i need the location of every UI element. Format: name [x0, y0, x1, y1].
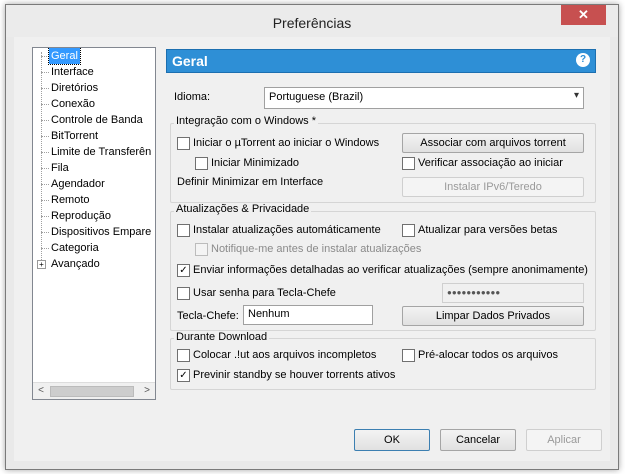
- tree-connector: [41, 160, 49, 169]
- tree-connector: [41, 48, 49, 57]
- tree-item[interactable]: Controle de Banda: [33, 112, 155, 128]
- help-icon[interactable]: ?: [576, 53, 590, 67]
- auto-update-checkbox[interactable]: [177, 224, 190, 237]
- tree-connector: [41, 192, 49, 201]
- start-minimized-checkbox[interactable]: [195, 157, 208, 170]
- password-mask: ●●●●●●●●●●●: [447, 288, 501, 297]
- cancel-button[interactable]: Cancelar: [440, 429, 516, 451]
- install-ipv6-button[interactable]: Instalar IPv6/Teredo: [402, 177, 584, 197]
- tree-item-label: Geral: [48, 48, 81, 65]
- tree-item-label: Categoria: [51, 242, 99, 254]
- tree-item[interactable]: Conexão: [33, 96, 155, 112]
- scroll-right-arrow[interactable]: >: [139, 383, 155, 399]
- tree-connector: [41, 144, 49, 153]
- minimize-setting-label: Definir Minimizar em Interface: [177, 176, 324, 188]
- dialog-body: Geral Interface Diretórios Conexão Controle …: [14, 37, 610, 461]
- tree-item-label: Avançado: [51, 258, 100, 270]
- tree-item[interactable]: Interface: [33, 64, 155, 80]
- scroll-thumb[interactable]: [50, 386, 134, 397]
- expand-icon[interactable]: +: [37, 260, 46, 269]
- beta-update-checkbox[interactable]: [402, 224, 415, 237]
- ok-button[interactable]: OK: [354, 429, 430, 451]
- start-minimized-label: Iniciar Minimizado: [211, 157, 300, 169]
- clear-private-data-button[interactable]: Limpar Dados Privados: [402, 306, 584, 326]
- section-header: Geral ?: [166, 49, 596, 73]
- tree-item[interactable]: + Avançado: [33, 256, 155, 272]
- boss-key-label: Tecla-Chefe:: [177, 310, 239, 322]
- scroll-left-arrow[interactable]: <: [33, 383, 49, 399]
- tree-connector: [41, 64, 49, 73]
- password-field[interactable]: ●●●●●●●●●●●: [442, 283, 584, 303]
- tree-item-label: Dispositivos Empare: [51, 226, 152, 238]
- tree-item[interactable]: Agendador: [33, 176, 155, 192]
- use-password-label: Usar senha para Tecla-Chefe: [193, 287, 336, 299]
- notify-before-install-checkbox[interactable]: [195, 243, 208, 256]
- language-select[interactable]: Portuguese (Brazil) ▾: [264, 87, 584, 109]
- tree-item-label: Reprodução: [51, 210, 111, 222]
- tree-connector: [41, 128, 49, 137]
- tree-item-label: Agendador: [51, 178, 105, 190]
- check-association-label: Verificar associação ao iniciar: [418, 157, 563, 169]
- tree-item-label: Interface: [51, 66, 94, 78]
- section-title: Geral: [172, 53, 208, 69]
- title-bar: Preferências ✕: [6, 5, 618, 37]
- category-tree[interactable]: Geral Interface Diretórios Conexão Controle …: [32, 47, 156, 400]
- updates-privacy-title: Atualizações & Privacidade: [174, 203, 312, 215]
- associate-torrent-button[interactable]: Associar com arquivos torrent: [402, 133, 584, 153]
- tree-item[interactable]: Fila: [33, 160, 155, 176]
- tree-item-label: Fila: [51, 162, 69, 174]
- tree-connector: [41, 176, 49, 185]
- chevron-down-icon: ▾: [573, 90, 579, 101]
- tree-connector: [41, 80, 49, 89]
- check-association-checkbox[interactable]: [402, 157, 415, 170]
- tree-item-label: Limite de Transferên: [51, 146, 152, 158]
- close-button[interactable]: ✕: [561, 5, 606, 25]
- start-with-windows-label: Iniciar o µTorrent ao iniciar o Windows: [193, 137, 380, 149]
- language-value: Portuguese (Brazil): [269, 91, 364, 103]
- tree-connector: [41, 240, 49, 249]
- use-password-checkbox[interactable]: [177, 287, 190, 300]
- tree-item[interactable]: BitTorrent: [33, 128, 155, 144]
- preferences-window: Preferências ✕ Geral Interface Diretórios C…: [5, 4, 619, 470]
- auto-update-label: Instalar atualizações automáticamente: [193, 224, 381, 236]
- tree-item[interactable]: Diretórios: [33, 80, 155, 96]
- append-ut-checkbox[interactable]: [177, 349, 190, 362]
- prealloc-label: Pré-alocar todos os arquivos: [418, 349, 559, 361]
- tree-item-label: Remoto: [51, 194, 90, 206]
- tree-item[interactable]: Geral: [33, 48, 155, 65]
- tree-item-label: Conexão: [51, 98, 96, 110]
- tree-item[interactable]: Limite de Transferên: [33, 144, 155, 160]
- apply-button[interactable]: Aplicar: [526, 429, 602, 451]
- tree-item[interactable]: Categoria: [33, 240, 155, 256]
- send-info-label: Enviar informações detalhadas ao verific…: [193, 264, 588, 276]
- tree-item-label: Controle de Banda: [51, 114, 143, 126]
- boss-key-value: Nenhum: [248, 308, 290, 320]
- tree-item[interactable]: Reprodução: [33, 208, 155, 224]
- send-info-checkbox[interactable]: ✓: [177, 264, 190, 277]
- tree-connector: [41, 96, 49, 105]
- beta-update-label: Atualizar para versões betas: [418, 224, 558, 236]
- tree-connector: [41, 224, 49, 233]
- dialog-button-bar: OK Cancelar Aplicar: [14, 417, 610, 461]
- tree-item-label: Diretórios: [51, 82, 99, 94]
- notify-before-install-label: Notifique-me antes de instalar atualizaç…: [211, 243, 422, 255]
- append-ut-label: Colocar .!ut aos arquivos incompletos: [193, 349, 377, 361]
- during-download-title: Durante Download: [174, 331, 270, 343]
- tree-item[interactable]: Dispositivos Empare: [33, 224, 155, 240]
- during-download-group: [170, 338, 596, 390]
- tree-connector: [41, 112, 49, 121]
- tree-item-label: BitTorrent: [51, 130, 99, 142]
- tree-connector: [41, 208, 49, 217]
- prevent-standby-label: Previnir standby se houver torrents ativ…: [193, 369, 396, 381]
- prealloc-checkbox[interactable]: [402, 349, 415, 362]
- tree-horizontal-scrollbar[interactable]: < >: [33, 382, 155, 399]
- boss-key-field[interactable]: Nenhum: [243, 305, 373, 325]
- language-label: Idioma:: [174, 91, 211, 103]
- window-title: Preferências: [272, 15, 352, 31]
- start-with-windows-checkbox[interactable]: [177, 137, 190, 150]
- prevent-standby-checkbox[interactable]: ✓: [177, 369, 190, 382]
- windows-integration-title: Integração com o Windows *: [174, 115, 319, 127]
- tree-item[interactable]: Remoto: [33, 192, 155, 208]
